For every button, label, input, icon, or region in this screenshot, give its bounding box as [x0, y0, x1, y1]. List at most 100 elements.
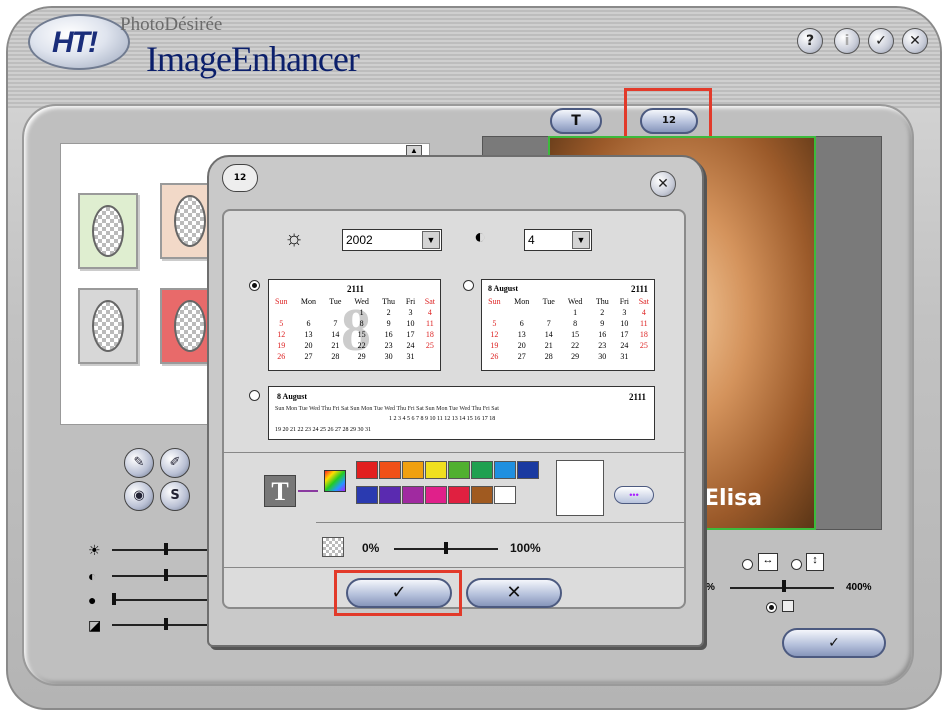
cal-day-head: Wed	[567, 297, 583, 306]
saturation-slider[interactable]	[112, 599, 208, 601]
color-swatch[interactable]	[448, 461, 470, 479]
calendar-mode-icon: 12	[662, 115, 676, 126]
contrast-slider[interactable]	[112, 575, 208, 577]
logo-text: HT!	[52, 26, 98, 59]
contrast-knob[interactable]	[164, 569, 168, 581]
text-mode-icon: T	[571, 113, 581, 129]
color-swatch[interactable]	[379, 486, 401, 504]
frame-thumb-3[interactable]	[78, 288, 138, 364]
brand-small: PhotoDésirée	[120, 14, 223, 35]
color-swatch[interactable]	[402, 461, 424, 479]
cal3-month: 8 August	[277, 392, 308, 401]
edge-slider[interactable]	[112, 624, 208, 626]
cal-day: 1	[573, 308, 578, 317]
blur-tool-button[interactable]: ◉	[124, 481, 154, 511]
original-size-radio[interactable]	[766, 602, 777, 613]
color-swatch[interactable]	[402, 486, 424, 504]
dialog-close-button[interactable]: ✕	[650, 171, 676, 197]
cal-day: 26	[490, 352, 499, 361]
cal-day-head: Thu	[382, 297, 396, 306]
photo-caption: Elisa	[704, 486, 763, 511]
cal-day: 30	[598, 352, 607, 361]
fit-height-radio[interactable]	[791, 559, 802, 570]
calendar-layout-2[interactable]: 8 August 2111 Sun Mon Tue Wed Thu Fri Sat 1 2 3 4 5…	[481, 279, 655, 371]
dialog-divider-1	[222, 452, 686, 453]
cal-day: 3	[622, 308, 627, 317]
edge-knob[interactable]	[164, 618, 168, 630]
cal-day: 1	[359, 308, 364, 317]
text-mode-button[interactable]: T	[550, 108, 602, 134]
close-title-button[interactable]: ✕	[902, 28, 928, 54]
frame-thumb-2[interactable]	[160, 183, 210, 259]
cal-day: 7	[546, 319, 551, 328]
cal-day: 2	[600, 308, 605, 317]
cal-day: 2	[386, 308, 391, 317]
cal-day	[269, 307, 294, 318]
help-button[interactable]: ?	[797, 28, 823, 54]
cal-day	[323, 307, 347, 318]
cal-day: 31	[620, 352, 629, 361]
cal-day: 8	[573, 319, 578, 328]
cal-day-head: Tue	[542, 297, 555, 306]
color-swatch[interactable]	[356, 486, 378, 504]
layout-radio-3[interactable]	[249, 390, 260, 401]
cal-day-head: Tue	[329, 297, 342, 306]
dialog-calendar-icon: 12	[222, 164, 258, 192]
cal-day: 8	[359, 319, 364, 328]
ok-title-button[interactable]: ✓	[868, 28, 894, 54]
cal-day: 27	[304, 352, 313, 361]
zoom-knob[interactable]	[782, 580, 786, 592]
color-swatch[interactable]	[517, 461, 539, 479]
custom-color-icon[interactable]	[324, 470, 346, 492]
dialog-cancel-button[interactable]: ✕	[466, 578, 562, 608]
dialog-ok-button[interactable]: ✓	[346, 578, 452, 608]
brightness-knob[interactable]	[164, 543, 168, 555]
text-tool-connector	[298, 490, 318, 492]
cal3-year: 2111	[628, 392, 646, 402]
color-swatch[interactable]	[356, 461, 378, 479]
color-swatch[interactable]	[494, 486, 516, 504]
month-select[interactable]: 4 ▼	[524, 229, 592, 251]
text-color-tool[interactable]: T	[264, 475, 296, 507]
layout-radio-2[interactable]	[463, 280, 474, 291]
opacity-knob[interactable]	[444, 542, 448, 554]
color-swatch[interactable]	[471, 461, 493, 479]
cal-day: 6	[519, 319, 524, 328]
color-swatch[interactable]	[448, 486, 470, 504]
cal-day: 15	[571, 330, 580, 339]
color-swatch[interactable]	[379, 461, 401, 479]
color-swatch[interactable]	[425, 461, 447, 479]
color-swatch[interactable]	[425, 486, 447, 504]
calendar-mode-button[interactable]: 12	[640, 108, 698, 134]
cal-day: 22	[357, 341, 366, 350]
saturation-knob[interactable]	[112, 593, 116, 605]
cal-day: 31	[406, 352, 415, 361]
brightness-slider[interactable]	[112, 549, 208, 551]
fit-width-radio[interactable]	[742, 559, 753, 570]
year-select[interactable]: 2002 ▼	[342, 229, 442, 251]
apply-button[interactable]: ✓	[782, 628, 886, 658]
calendar-layout-3[interactable]: 8 August 2111 Sun Mon Tue Wed Thu Fri Sa…	[268, 386, 655, 440]
info-button[interactable]: i	[834, 28, 860, 54]
cal-day: 24	[406, 341, 415, 350]
s-tool-button[interactable]: S	[160, 481, 190, 511]
calendar-layout-1[interactable]: 2111 8 Sun Mon Tue Wed Thu Fri Sat 1 2 3 4 5 6 7 8 9 10 1…	[268, 279, 441, 371]
original-size-icon	[782, 600, 794, 612]
pencil-tool-button[interactable]: ✐	[160, 448, 190, 478]
cal3-head: Sun Mon Tue Wed Thu Fri Sat Sun Mon Tue …	[275, 406, 499, 412]
cal-day: 13	[517, 330, 526, 339]
color-swatch[interactable]	[494, 461, 516, 479]
layout-radio-1[interactable]	[249, 280, 260, 291]
cal-day: 27	[517, 352, 526, 361]
cal-day: 28	[331, 352, 340, 361]
cal-day: 19	[277, 341, 286, 350]
color-swatch[interactable]	[471, 486, 493, 504]
pen-tool-button[interactable]: ✎	[124, 448, 154, 478]
cal-day: 16	[384, 330, 393, 339]
cal-day: 10	[406, 319, 415, 328]
frame-thumb-4[interactable]	[160, 288, 210, 364]
frame-thumb-1[interactable]	[78, 193, 138, 269]
more-colors-button[interactable]: •••	[614, 486, 654, 504]
contrast-icon: ◐	[88, 568, 97, 584]
saturation-icon: ●	[88, 592, 97, 608]
